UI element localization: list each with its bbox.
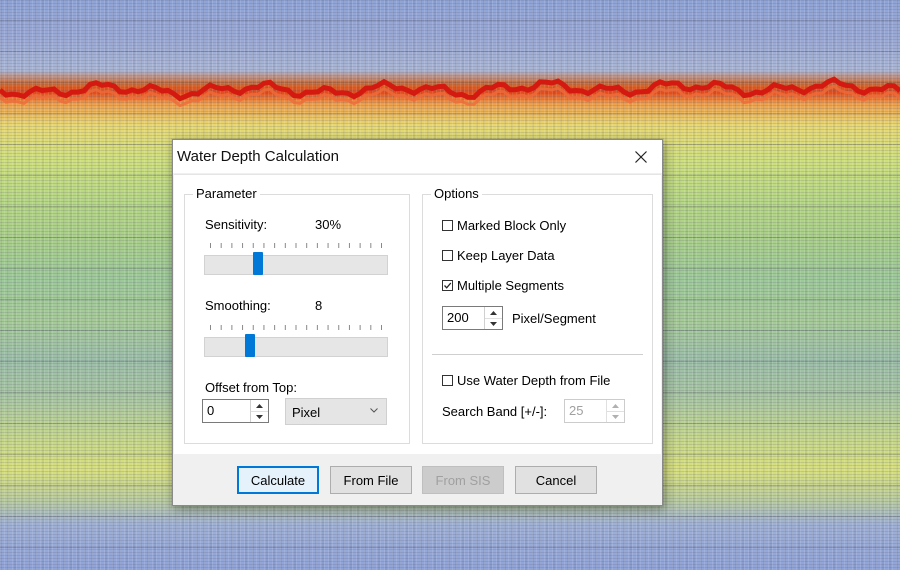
title-bar[interactable]: Water Depth Calculation bbox=[173, 140, 662, 173]
calculate-button[interactable]: Calculate bbox=[237, 466, 319, 494]
from-file-button[interactable]: From File bbox=[330, 466, 412, 494]
search-band-down-button[interactable] bbox=[607, 412, 624, 422]
sensitivity-slider[interactable] bbox=[204, 243, 388, 279]
dialog-content: Parameter Sensitivity: 30% Smoothing: 8 … bbox=[174, 174, 661, 454]
pixel-segment-label: Pixel/Segment bbox=[512, 311, 596, 326]
parameter-group: Parameter Sensitivity: 30% Smoothing: 8 … bbox=[184, 187, 410, 444]
use-water-depth-from-file-label: Use Water Depth from File bbox=[457, 373, 611, 388]
spin-down-icon bbox=[490, 322, 497, 326]
smoothing-slider[interactable] bbox=[204, 325, 388, 361]
search-band-value: 25 bbox=[569, 403, 584, 418]
pixel-segment-up-button[interactable] bbox=[485, 307, 502, 319]
keep-layer-data-label: Keep Layer Data bbox=[457, 248, 555, 263]
water-depth-dialog: Water Depth Calculation Parameter Sensit… bbox=[172, 139, 663, 506]
marked-block-only-box[interactable] bbox=[442, 220, 453, 231]
smoothing-label: Smoothing: bbox=[205, 298, 271, 313]
keep-layer-data-box[interactable] bbox=[442, 250, 453, 261]
use-water-depth-from-file-box[interactable] bbox=[442, 375, 453, 386]
spin-down-icon bbox=[612, 415, 619, 419]
pixel-segment-down-button[interactable] bbox=[485, 319, 502, 329]
marked-block-only-label: Marked Block Only bbox=[457, 218, 567, 233]
unit-dropdown[interactable]: Pixel bbox=[285, 398, 387, 425]
smoothing-track bbox=[204, 337, 388, 357]
spin-up-icon bbox=[256, 403, 263, 408]
options-group-title: Options bbox=[431, 187, 482, 201]
spin-up-icon bbox=[612, 403, 619, 408]
pixel-segment-spin-arrows bbox=[484, 307, 502, 329]
unit-selected: Pixel bbox=[292, 405, 321, 420]
smoothing-thumb[interactable] bbox=[244, 334, 255, 357]
offset-down-button[interactable] bbox=[251, 412, 268, 422]
options-group: Options Marked Block Only Keep Layer Dat… bbox=[422, 187, 653, 444]
search-band-label: Search Band [+/-]: bbox=[442, 404, 548, 419]
check-mark-icon bbox=[444, 282, 452, 289]
search-band-spin-arrows bbox=[606, 400, 624, 422]
parameter-group-title: Parameter bbox=[193, 187, 260, 201]
search-band-up-button[interactable] bbox=[607, 400, 624, 412]
cancel-button[interactable]: Cancel bbox=[515, 466, 597, 494]
multiple-segments-checkbox[interactable]: Multiple Segments bbox=[442, 278, 564, 293]
sensitivity-ticks bbox=[210, 243, 382, 248]
close-button[interactable] bbox=[620, 140, 662, 173]
sensitivity-track bbox=[204, 255, 388, 275]
pixel-segment-spinbox[interactable]: 200 bbox=[442, 306, 503, 330]
sensitivity-label: Sensitivity: bbox=[205, 217, 268, 232]
chevron-down-icon bbox=[370, 408, 378, 413]
keep-layer-data-checkbox[interactable]: Keep Layer Data bbox=[442, 248, 555, 263]
smoothing-ticks bbox=[210, 325, 382, 330]
offset-spinbox[interactable]: 0 bbox=[202, 399, 269, 423]
offset-up-button[interactable] bbox=[251, 400, 268, 412]
multiple-segments-label: Multiple Segments bbox=[457, 278, 564, 293]
seabed-red-line bbox=[0, 76, 900, 102]
offset-label: Offset from Top: bbox=[205, 380, 298, 395]
sensitivity-value: 30% bbox=[315, 217, 342, 232]
sensitivity-thumb[interactable] bbox=[253, 252, 264, 275]
use-water-depth-from-file-checkbox[interactable]: Use Water Depth from File bbox=[442, 373, 610, 388]
multiple-segments-box[interactable] bbox=[442, 280, 453, 291]
search-band-spinbox[interactable]: 25 bbox=[564, 399, 625, 423]
offset-value[interactable]: 0 bbox=[207, 403, 214, 418]
pixel-segment-value[interactable]: 200 bbox=[447, 310, 469, 325]
offset-spin-arrows bbox=[250, 400, 268, 422]
spin-down-icon bbox=[256, 415, 263, 419]
close-icon bbox=[635, 150, 647, 163]
options-separator bbox=[432, 354, 643, 355]
marked-block-only-checkbox[interactable]: Marked Block Only bbox=[442, 218, 566, 233]
from-sis-button[interactable]: From SIS bbox=[422, 466, 504, 494]
dialog-title: Water Depth Calculation bbox=[177, 148, 340, 165]
smoothing-value: 8 bbox=[315, 298, 323, 313]
seabed-line bbox=[0, 76, 900, 108]
spin-up-icon bbox=[490, 310, 497, 315]
